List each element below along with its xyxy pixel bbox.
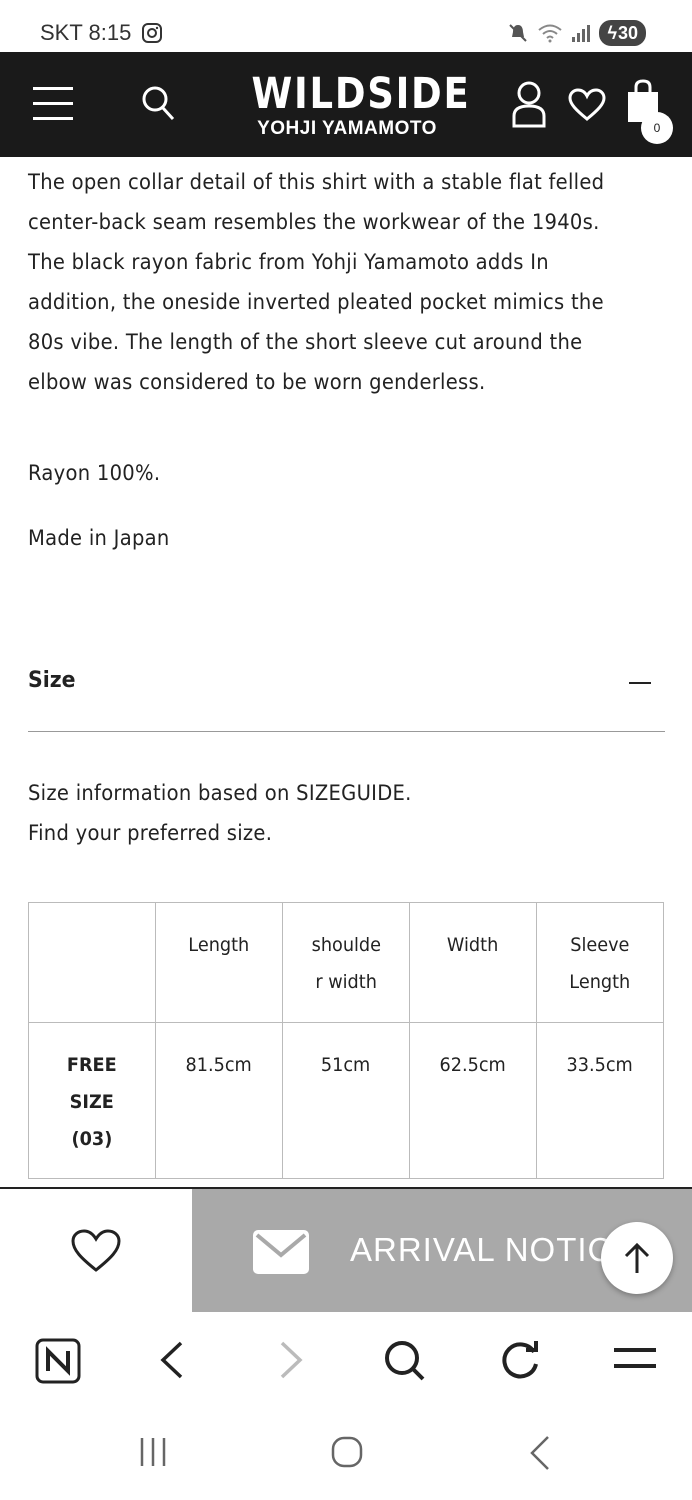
size-info: Size information based on SIZEGUIDE. Fin… [28,773,670,853]
table-header-cell [28,902,156,1023]
back-icon[interactable] [158,1340,186,1380]
description-line: center-back seam resembles the workwear … [28,210,600,234]
size-accordion-header[interactable]: Size [28,668,665,732]
status-bar: SKT 8:15 ϟ 30 [0,0,692,52]
table-header-cell: Width [409,902,537,1023]
menu-icon[interactable] [33,87,73,120]
forward-icon[interactable] [277,1340,305,1380]
table-header-row: Length shoulde r width Width Sleeve Leng… [28,902,664,1023]
bolt-icon: ϟ [607,22,617,43]
instagram-icon [142,23,163,43]
header-length: Length [188,934,250,956]
header-sleeve-part1: Sleeve [570,934,630,956]
product-description: The open collar detail of this shirt wit… [28,162,668,402]
naver-icon[interactable] [35,1338,81,1384]
header-width: Width [447,934,499,956]
table-row: FREE SIZE (03) 81.5cm 51cm 62.5cm 33.5cm [28,1022,664,1179]
table-cell: 51cm [282,1022,410,1179]
size-title: Size [28,668,76,693]
size-info-line: Find your preferred size. [28,821,273,845]
status-left: SKT 8:15 [40,20,163,46]
row-label-line: SIZE [69,1091,115,1113]
description-text: The open collar detail of this shirt wit… [28,162,670,402]
table-header-cell: Length [155,902,283,1023]
battery-level: 30 [617,22,638,43]
user-icon[interactable] [510,80,548,128]
row-label-line: (03) [71,1128,113,1150]
status-right: ϟ 30 [507,20,646,46]
wifi-icon [538,24,563,43]
value-shoulder-width: 51cm [321,1054,371,1076]
system-navigation [0,1407,692,1500]
scroll-to-top-button[interactable] [601,1222,673,1294]
wishlist-button[interactable] [0,1189,192,1312]
arrival-notice-label: ARRIVAL NOTICE [350,1231,636,1268]
description-line: The black rayon fabric from Yohji Yamamo… [28,250,549,274]
description-line: elbow was considered to be worn genderle… [28,370,486,394]
carrier-time: SKT 8:15 [40,20,132,45]
heart-icon[interactable] [568,88,606,122]
description-line: addition, the oneside inverted pleated p… [28,290,604,314]
heart-outline-icon [71,1228,121,1272]
mail-icon [253,1230,309,1274]
browser-toolbar [0,1312,692,1407]
search-icon[interactable] [382,1338,426,1382]
value-width: 62.5cm [439,1054,507,1076]
site-header: WILDSIDE YOHJI YAMAMOTO 0 [0,52,692,157]
signal-icon [572,25,591,42]
back-icon[interactable] [528,1435,552,1471]
row-label-cell: FREE SIZE (03) [28,1022,156,1179]
table-header-cell: Sleeve Length [536,902,664,1023]
home-icon[interactable] [330,1435,364,1469]
arrow-up-icon [624,1242,650,1273]
table-cell: 62.5cm [409,1022,537,1179]
cart-count-badge: 0 [641,112,673,144]
battery-indicator: ϟ 30 [599,20,646,46]
header-sleeve-part2: Length [569,971,631,993]
refresh-icon[interactable] [498,1338,542,1382]
description-line: 80s vibe. The length of the short sleeve… [28,330,583,354]
origin-text: Made in Japan [28,526,170,550]
action-bar: ARRIVAL NOTICE [0,1187,692,1312]
material-text: Rayon 100%. [28,461,161,485]
table-cell: 33.5cm [536,1022,664,1179]
table-header-cell: shoulde r width [282,902,410,1023]
value-sleeve-length: 33.5cm [566,1054,634,1076]
row-label-line: FREE [67,1054,117,1076]
table-cell: 81.5cm [155,1022,283,1179]
size-info-line: Size information based on SIZEGUIDE. [28,781,412,805]
size-table: Length shoulde r width Width Sleeve Leng… [28,902,664,1179]
menu-icon[interactable] [612,1344,658,1374]
brand-sub: YOHJI YAMAMOTO [257,118,437,139]
brand-logo[interactable]: WILDSIDE YOHJI YAMAMOTO [236,69,471,140]
header-shoulder-part1: shoulde [311,934,381,956]
value-length: 81.5cm [185,1054,253,1076]
recents-icon[interactable] [138,1435,168,1469]
collapse-icon[interactable] [629,682,651,684]
search-icon[interactable] [140,84,176,122]
brand-main: WILDSIDE [251,69,471,119]
mute-icon [509,24,528,42]
description-line: The open collar detail of this shirt wit… [28,170,605,194]
header-shoulder-part2: r width [315,971,377,993]
